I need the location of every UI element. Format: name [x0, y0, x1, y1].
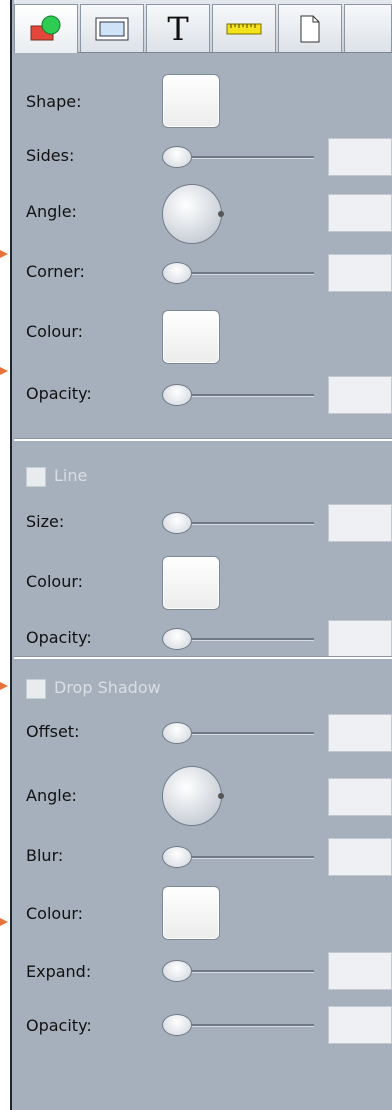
slider-thumb[interactable]	[162, 384, 192, 406]
line-checkbox[interactable]	[26, 467, 46, 487]
text-icon: T	[167, 9, 189, 48]
tab-overflow[interactable]	[344, 4, 392, 52]
rectangle-icon	[95, 17, 129, 40]
drop-shadow-toggle-label: Drop Shadow	[54, 678, 161, 697]
shape-colour-label: Colour:	[26, 322, 84, 341]
shadow-offset-label: Offset:	[26, 722, 80, 741]
tab-rectangle[interactable]	[80, 4, 144, 52]
section-divider	[14, 438, 392, 441]
shadow-expand-value[interactable]	[328, 952, 392, 990]
line-opacity-label: Opacity:	[26, 628, 92, 647]
shadow-blur-value[interactable]	[328, 838, 392, 876]
corner-label: Corner:	[26, 262, 85, 281]
line-opacity-value[interactable]	[328, 620, 392, 658]
ruler-icon	[226, 23, 262, 34]
slider-thumb[interactable]	[162, 846, 192, 868]
slider-thumb[interactable]	[162, 628, 192, 650]
opacity-marker	[0, 367, 8, 375]
shadow-opacity-label: Opacity:	[26, 1016, 92, 1035]
tab-page[interactable]	[278, 4, 342, 52]
slider-thumb[interactable]	[162, 512, 192, 534]
left-gutter	[0, 0, 12, 1110]
shadow-angle-value[interactable]	[328, 778, 392, 816]
shadow-expand-label: Expand:	[26, 962, 92, 981]
drop-shadow-checkbox[interactable]	[26, 679, 46, 699]
shape-opacity-value[interactable]	[328, 376, 392, 414]
slider-thumb[interactable]	[162, 722, 192, 744]
shadow-angle-label: Angle:	[26, 786, 77, 805]
shape-opacity-label: Opacity:	[26, 384, 92, 403]
shadow-opacity-value[interactable]	[328, 1006, 392, 1044]
shadow-colour-label: Colour:	[26, 904, 84, 923]
angle-dial[interactable]	[162, 184, 224, 244]
shadow-offset-value[interactable]	[328, 714, 392, 752]
slider-thumb[interactable]	[162, 146, 192, 168]
shape-opacity-slider[interactable]	[162, 384, 314, 406]
line-size-value[interactable]	[328, 504, 392, 542]
shadow-opacity-slider[interactable]	[162, 1014, 314, 1036]
slider-thumb[interactable]	[162, 1014, 192, 1036]
drop-shadow-marker	[0, 682, 8, 690]
tab-ruler[interactable]	[212, 4, 276, 52]
tab-text[interactable]: T	[146, 4, 210, 52]
slider-thumb[interactable]	[162, 262, 192, 284]
corner-marker	[0, 250, 8, 258]
shape-label: Shape:	[26, 92, 82, 111]
section-divider	[14, 656, 392, 659]
properties-panel: T Shape: Sides: Angle: Corner: Colour: O…	[14, 0, 392, 1110]
shadow-blur-label: Blur:	[26, 846, 64, 865]
shape-picker[interactable]	[162, 74, 220, 128]
line-colour-label: Colour:	[26, 572, 84, 591]
line-toggle-label: Line	[54, 466, 88, 485]
slider-thumb[interactable]	[162, 960, 192, 982]
tab-bar: T	[14, 0, 392, 53]
line-opacity-slider[interactable]	[162, 628, 314, 650]
shape-icon	[30, 15, 61, 41]
shadow-expand-slider[interactable]	[162, 960, 314, 982]
sides-value[interactable]	[328, 138, 392, 176]
expand-marker	[0, 918, 8, 926]
line-colour-swatch[interactable]	[162, 556, 220, 610]
shadow-angle-dial[interactable]	[162, 766, 224, 826]
corner-slider[interactable]	[162, 262, 314, 284]
shadow-offset-slider[interactable]	[162, 722, 314, 744]
line-size-slider[interactable]	[162, 512, 314, 534]
line-size-label: Size:	[26, 512, 65, 531]
shadow-colour-swatch[interactable]	[162, 886, 220, 940]
tab-shape[interactable]	[14, 4, 78, 53]
shadow-blur-slider[interactable]	[162, 846, 314, 868]
angle-value[interactable]	[328, 194, 392, 232]
angle-label: Angle:	[26, 202, 77, 221]
corner-value[interactable]	[328, 254, 392, 292]
page-icon	[300, 15, 320, 42]
sides-label: Sides:	[26, 146, 75, 165]
shape-colour-swatch[interactable]	[162, 310, 220, 364]
sides-slider[interactable]	[162, 146, 314, 168]
